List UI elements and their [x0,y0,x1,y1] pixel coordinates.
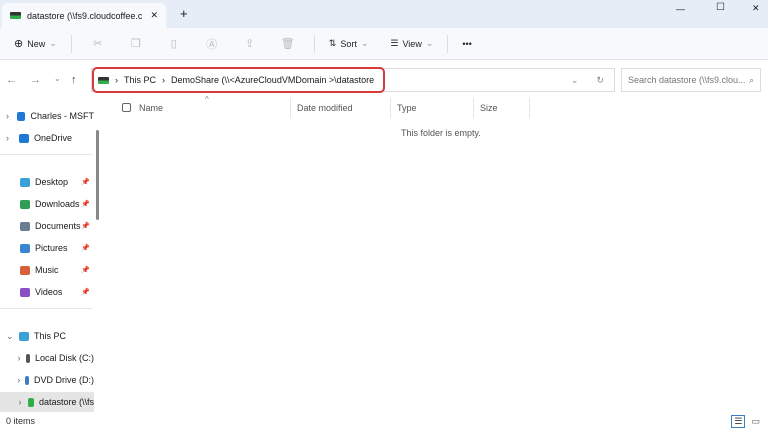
pin-icon: 📌 [81,289,90,296]
document-icon [20,221,30,231]
network-drive-icon [28,397,34,407]
sidebar-item-this-pc[interactable]: ⌄ This PC [0,326,94,346]
sort-button[interactable]: ⇅ Sort ⌄ [325,38,373,49]
address-dropdown-icon[interactable]: ⌄ [571,75,579,86]
recent-dropdown[interactable]: ⌄ [54,74,61,83]
pictures-icon [20,243,30,253]
tiles-view-button[interactable]: ▭ [751,416,760,427]
computer-icon [19,331,29,341]
item-count: 0 items [6,416,36,426]
column-type[interactable]: Type [397,103,417,113]
address-highlight [92,67,385,93]
back-button[interactable]: ← [6,74,17,86]
sidebar-item-onedrive[interactable]: › OneDrive [0,128,94,148]
rename-icon[interactable]: Ⓐ [196,36,228,52]
plus-circle-icon: ⊕ [14,38,24,50]
pin-icon: 📌 [81,179,90,186]
sidebar-item-pictures[interactable]: Pictures 📌 [0,238,94,258]
sidebar-item-music[interactable]: Music 📌 [0,260,94,280]
command-bar: ⊕ New ⌄ ✂ ❐ ▯ Ⓐ ⇪ 🗑 ⇅ Sort ⌄ ☰ View ⌄ ••• [0,28,768,60]
pin-icon: 📌 [81,201,90,208]
delete-icon[interactable]: 🗑 [272,37,304,50]
more-button[interactable]: ••• [458,39,475,49]
refresh-icon[interactable]: ↻ [596,75,604,86]
sidebar-item-dvd-drive-d[interactable]: › DVD Drive (D:) [0,370,94,390]
download-icon [20,199,30,209]
status-bar: 0 items ☰ ▭ [0,414,768,428]
cloud-icon [19,133,29,143]
column-size[interactable]: Size [480,103,498,113]
sidebar-scrollbar[interactable] [96,130,99,220]
sidebar-item-downloads[interactable]: Downloads 📌 [0,194,94,214]
close-tab-icon[interactable]: ✕ [150,10,158,21]
select-all-checkbox[interactable] [122,103,131,112]
cut-icon[interactable]: ✂ [82,37,114,50]
chevron-down-icon[interactable]: ⌄ [6,331,14,342]
pin-icon: 📌 [81,245,90,252]
pin-icon: 📌 [81,223,90,230]
sort-icon: ⇅ [328,38,337,48]
disk-icon [25,353,30,363]
network-drive-icon [10,12,21,19]
cloud-icon [17,111,26,121]
chevron-right-icon[interactable]: › [17,375,20,385]
sidebar-item-datastore-fs[interactable]: › datastore (\\fs [0,392,94,412]
share-icon[interactable]: ⇪ [234,37,266,50]
sort-arrow-icon: ^ [205,95,209,104]
tab-datastore[interactable]: datastore (\\fs9.cloudcoffee.c ✕ [2,3,166,28]
view-button[interactable]: ☰ View ⌄ [386,38,437,49]
up-button[interactable]: ↑ [71,74,77,86]
new-tab-button[interactable]: + [180,6,188,21]
desktop-icon [20,177,30,187]
sidebar-item-videos[interactable]: Videos 📌 [0,282,94,302]
minimize-button[interactable]: — [676,4,685,14]
details-view-button[interactable]: ☰ [731,414,746,428]
dvd-icon [25,375,29,385]
empty-folder-message: This folder is empty. [401,128,481,138]
paste-icon[interactable]: ▯ [158,37,190,50]
view-icon: ☰ [390,38,399,48]
video-icon [20,287,30,297]
sidebar-item-local-disk-c[interactable]: › Local Disk (C:) [0,348,95,368]
column-name[interactable]: Name [139,103,163,113]
new-button[interactable]: ⊕ New ⌄ [10,37,61,50]
chevron-right-icon[interactable]: › [18,353,21,363]
sidebar-item-charles-msft[interactable]: › Charles - MSFT [0,106,94,126]
search-input[interactable]: Search datastore (\\fs9.clou... ⌕ [621,68,761,92]
copy-icon[interactable]: ❐ [120,37,152,50]
chevron-right-icon[interactable]: › [18,397,23,407]
maximize-button[interactable]: ☐ [716,2,725,13]
column-date-modified[interactable]: Date modified [297,103,353,113]
close-window-button[interactable]: ✕ [752,3,760,14]
tab-title: datastore (\\fs9.cloudcoffee.c [27,10,143,21]
search-icon: ⌕ [748,74,754,85]
music-icon [20,265,30,275]
pin-icon: 📌 [81,267,90,274]
forward-button[interactable]: → [30,74,41,86]
chevron-right-icon[interactable]: › [6,133,14,143]
sidebar-item-desktop[interactable]: Desktop 📌 [0,172,94,192]
sidebar-item-documents[interactable]: Documents 📌 [0,216,94,236]
chevron-right-icon[interactable]: › [6,111,12,121]
navigation-pane: › Charles - MSFT › OneDrive Desktop 📌 Download… [0,96,94,414]
